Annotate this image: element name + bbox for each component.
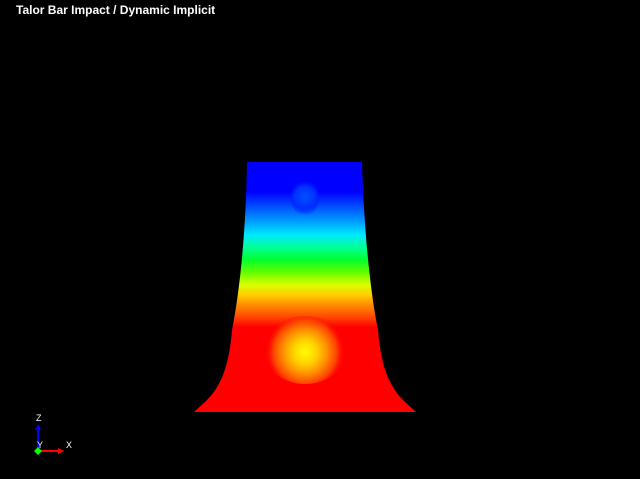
graphics-viewport[interactable]: Talor Bar Impact / Dynamic Implicit Z Y … bbox=[0, 0, 640, 479]
deformed-bar-contour-plot bbox=[194, 162, 416, 412]
x-axis-label: X bbox=[66, 440, 73, 450]
top-contour-bulge bbox=[291, 180, 319, 216]
z-axis-label: Z bbox=[36, 413, 42, 423]
center-hotspot bbox=[263, 316, 347, 384]
x-axis-arrow bbox=[58, 448, 64, 454]
y-axis-label: Y bbox=[37, 440, 44, 450]
coordinate-triad: Z Y X bbox=[26, 410, 86, 460]
z-axis-arrow bbox=[35, 424, 41, 430]
